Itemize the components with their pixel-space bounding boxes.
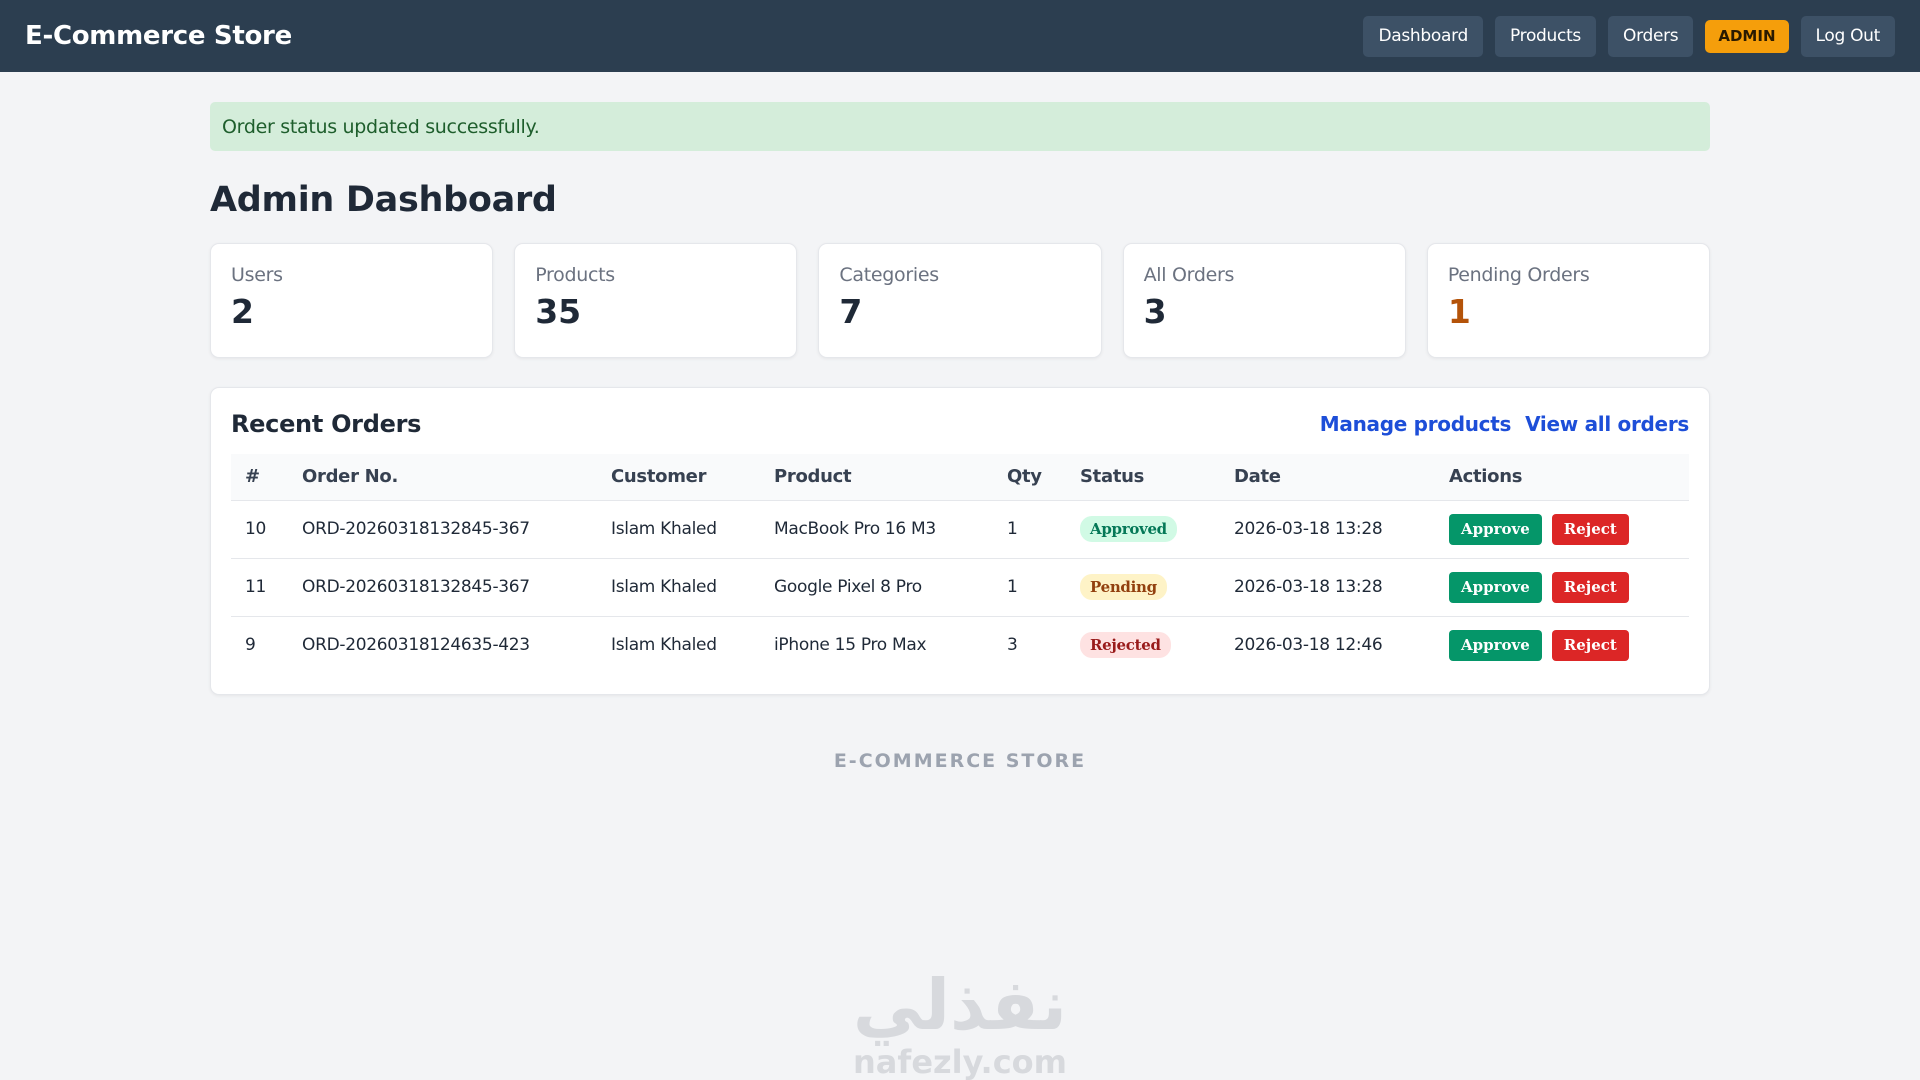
stat-label: Users [231, 264, 283, 286]
reject-button[interactable]: Reject [1551, 571, 1629, 603]
cell-customer: Islam Khaled [597, 499, 760, 558]
watermark-arabic-text: نفذلي [852, 964, 1068, 1046]
recent-orders-panel: Recent Orders Manage products View all o… [210, 387, 1710, 695]
cell-customer: Islam Khaled [597, 557, 760, 616]
cell-product: iPhone 15 Pro Max [760, 615, 993, 674]
stat-value: 35 [535, 292, 582, 331]
column-header: Status [1080, 466, 1145, 488]
top-navbar: E-Commerce Store Dashboard Products Orde… [0, 0, 1920, 72]
stat-label: Products [535, 264, 615, 286]
cell-product: MacBook Pro 16 M3 [760, 499, 993, 558]
stat-card-categories: Categories 7 [818, 243, 1102, 358]
stat-label: All Orders [1143, 264, 1235, 286]
cell-id: 9 [231, 615, 288, 674]
nav-dashboard[interactable]: Dashboard [1363, 15, 1483, 57]
table-row: 10 ORD-20260318132845-367 Islam Khaled M… [231, 499, 1689, 558]
panel-links: Manage products View all orders [1320, 412, 1690, 436]
row-actions: Approve Reject [1449, 513, 1675, 545]
cell-actions: Approve Reject [1435, 499, 1689, 558]
stat-card-users: Users 2 [210, 243, 494, 358]
cell-order-no: ORD-20260318132845-367 [288, 499, 597, 558]
panel-title: Recent Orders [231, 410, 422, 438]
row-actions: Approve Reject [1449, 571, 1675, 603]
cell-id: 10 [231, 499, 288, 558]
panel-header: Recent Orders Manage products View all o… [231, 406, 1689, 442]
stat-value: 3 [1143, 292, 1167, 331]
cell-date: 2026-03-18 12:46 [1220, 615, 1435, 674]
status-badge: Pending [1080, 574, 1167, 600]
stat-label: Pending Orders [1447, 264, 1590, 286]
logout-button[interactable]: Log Out [1800, 15, 1895, 57]
cell-date: 2026-03-18 13:28 [1220, 499, 1435, 558]
status-badge: Rejected [1080, 632, 1171, 659]
stat-value: 1 [1447, 292, 1471, 331]
approve-button[interactable]: Approve [1449, 571, 1542, 603]
column-header: Qty [1007, 466, 1042, 488]
admin-role-badge: ADMIN [1705, 19, 1789, 53]
column-header: Date [1234, 466, 1281, 488]
table-row: 11 ORD-20260318132845-367 Islam Khaled G… [231, 557, 1689, 616]
page-title: Admin Dashboard [210, 180, 557, 220]
manage-products-link[interactable]: Manage products [1320, 412, 1512, 436]
approve-button[interactable]: Approve [1449, 629, 1542, 661]
cell-customer: Islam Khaled [597, 615, 760, 674]
stat-card-pending-orders: Pending Orders 1 [1426, 243, 1711, 358]
approve-button[interactable]: Approve [1449, 513, 1542, 545]
success-alert: Order status updated successfully. [210, 102, 1710, 151]
brand-logo[interactable]: E-Commerce Store [25, 21, 292, 51]
cell-order-no: ORD-20260318124635-423 [288, 615, 597, 674]
stat-value: 7 [839, 292, 863, 331]
stat-label: Categories [839, 264, 939, 286]
cell-qty: 3 [993, 615, 1066, 674]
page-footer: E-COMMERCE STORE [833, 750, 1087, 772]
cell-actions: Approve Reject [1435, 615, 1689, 674]
cell-actions: Approve Reject [1435, 557, 1689, 616]
column-header: Product [774, 466, 852, 488]
status-badge: Approved [1080, 516, 1177, 542]
column-header: Customer [611, 466, 707, 488]
cell-product: Google Pixel 8 Pro [760, 557, 993, 616]
main-content: Order status updated successfully. Admin… [210, 72, 1711, 772]
cell-status: Approved [1066, 499, 1220, 558]
column-header: Actions [1449, 466, 1523, 488]
cell-id: 11 [231, 557, 288, 616]
stat-value: 2 [231, 292, 254, 331]
column-header: Order No. [302, 466, 398, 488]
stat-card-all-orders: All Orders 3 [1122, 243, 1406, 358]
table-row: 9 ORD-20260318124635-423 Islam Khaled iP… [231, 615, 1689, 674]
reject-button[interactable]: Reject [1551, 629, 1629, 661]
orders-table: # Order No. Customer Product Qty Status … [231, 454, 1689, 674]
nav-orders[interactable]: Orders [1608, 15, 1694, 57]
reject-button[interactable]: Reject [1551, 513, 1629, 545]
nav-products[interactable]: Products [1494, 15, 1596, 57]
view-all-orders-link[interactable]: View all orders [1525, 412, 1689, 436]
watermark-latin-text: nafezly.com [853, 1043, 1067, 1080]
row-actions: Approve Reject [1449, 629, 1675, 661]
watermark-logo: نفذلي nafezly.com [850, 965, 1070, 1079]
cell-date: 2026-03-18 13:28 [1220, 557, 1435, 616]
main-nav: Dashboard Products Orders ADMIN Log Out [1363, 15, 1895, 57]
stat-card-products: Products 35 [514, 243, 798, 358]
cell-qty: 1 [993, 499, 1066, 558]
cell-status: Rejected [1066, 615, 1220, 674]
cell-order-no: ORD-20260318132845-367 [288, 557, 597, 616]
cell-status: Pending [1066, 557, 1220, 616]
column-header: # [245, 466, 260, 488]
table-header: # Order No. Customer Product Qty Status … [231, 454, 1689, 500]
cell-qty: 1 [993, 557, 1066, 616]
stats-row: Users 2 Products 35 Categories 7 All Ord… [210, 243, 1711, 358]
